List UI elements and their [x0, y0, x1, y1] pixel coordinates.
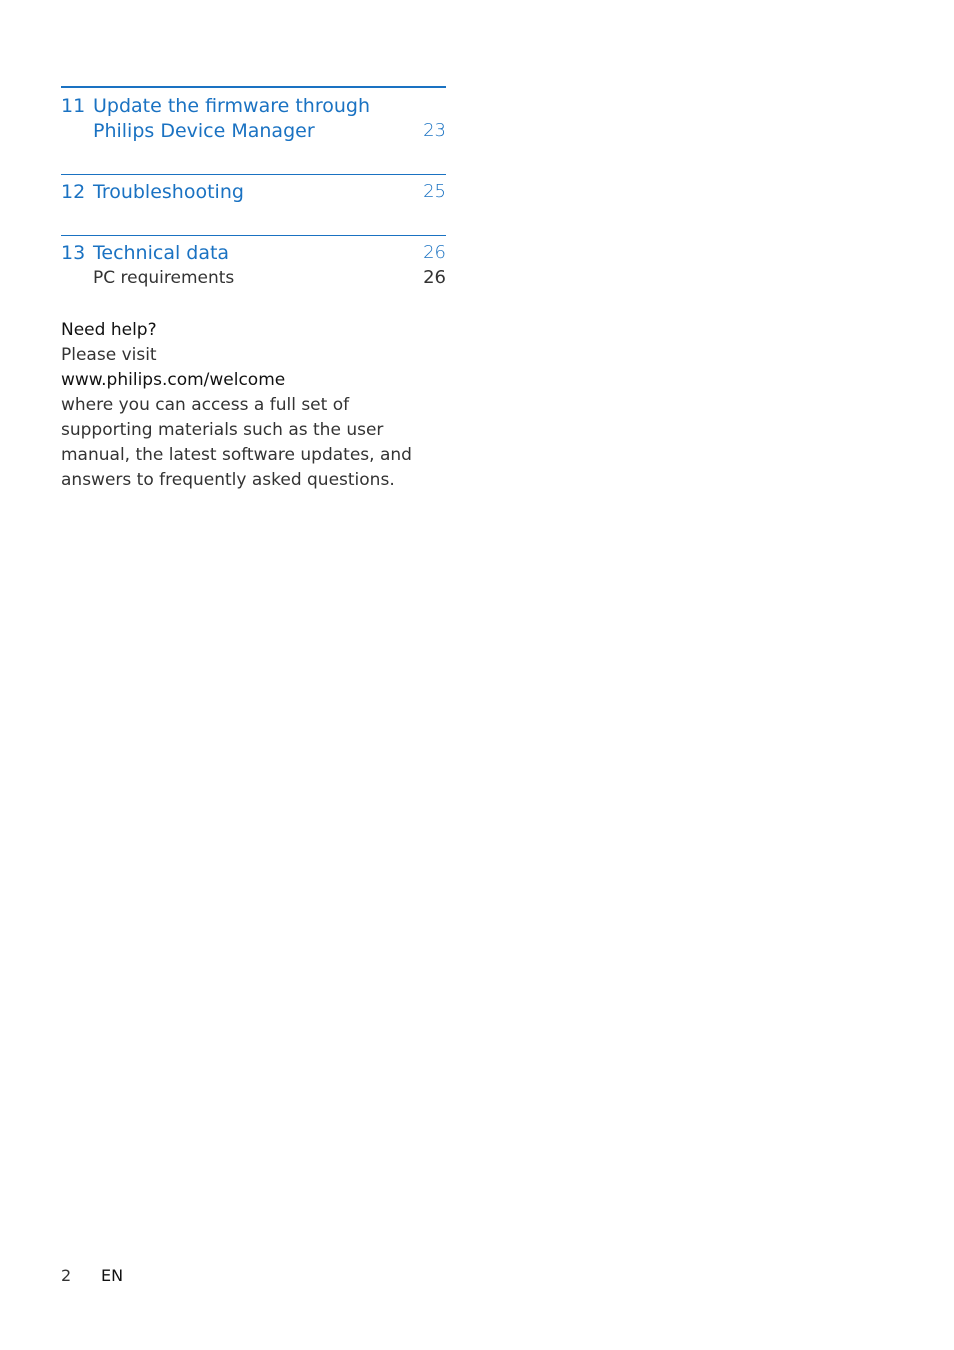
subsection-page-number: 26: [423, 267, 446, 288]
help-body: where you can access a full set of suppo…: [61, 395, 412, 490]
help-intro: Please visit: [61, 345, 157, 365]
toc-heading: 12 Troubleshooting: [61, 180, 244, 205]
page-footer: 2 EN: [61, 1266, 123, 1285]
section-page-number: 26: [423, 242, 446, 263]
toc-section-11[interactable]: 11 Update the firmware through Philips D…: [61, 86, 446, 174]
section-title: Technical data: [93, 242, 230, 264]
toc-section-13[interactable]: 13 Technical data 26 PC requirements 26: [61, 235, 446, 296]
subsection-title[interactable]: PC requirements: [93, 268, 234, 288]
toc-heading: 13 Technical data: [61, 241, 229, 266]
page-number: 2: [61, 1266, 72, 1285]
table-of-contents: 11 Update the firmware through Philips D…: [61, 86, 446, 296]
section-title: Troubleshooting: [93, 181, 244, 203]
section-title-line1: Update the firmware through: [93, 95, 370, 117]
help-section: Need help? Please visit www.philips.com/…: [61, 318, 441, 493]
section-title-line2: Philips Device Manager: [93, 120, 315, 142]
section-number: 11: [61, 95, 86, 117]
language-code: EN: [101, 1266, 124, 1285]
help-url-link[interactable]: www.philips.com/welcome: [61, 368, 441, 393]
section-page-number: 25: [423, 181, 446, 202]
section-number: 12: [61, 181, 86, 203]
help-heading: Need help?: [61, 320, 157, 340]
toc-heading: 11: [61, 94, 93, 119]
section-title: Update the firmware through Philips Devi…: [93, 94, 370, 144]
section-page-number: 23: [423, 120, 446, 141]
toc-section-12[interactable]: 12 Troubleshooting 25: [61, 174, 446, 235]
section-number: 13: [61, 242, 86, 264]
